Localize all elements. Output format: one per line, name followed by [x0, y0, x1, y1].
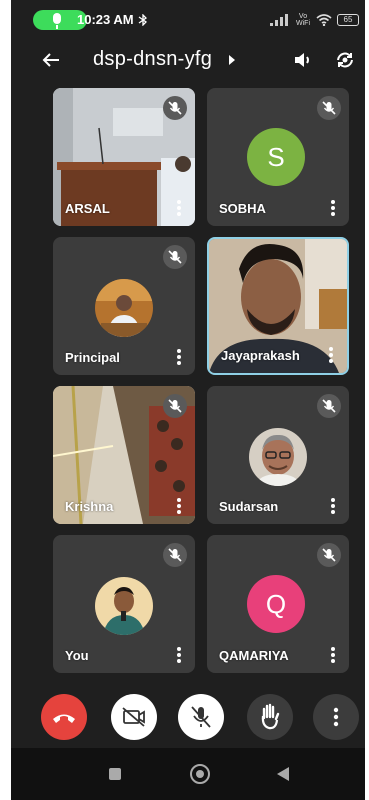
hang-up-icon	[53, 714, 75, 723]
videocam-off-icon	[122, 707, 145, 727]
avatar: Q	[247, 575, 305, 633]
mic-off-icon	[317, 394, 341, 418]
participant-tile-arsal[interactable]: ARSAL	[53, 88, 195, 226]
chevron-right-icon[interactable]	[229, 55, 235, 65]
mic-off-icon	[163, 96, 187, 120]
home-icon[interactable]	[190, 764, 210, 784]
end-call-button[interactable]	[41, 694, 87, 740]
more-vert-icon[interactable]	[177, 200, 181, 216]
top-bar: dsp-dnsn-yfg	[11, 40, 365, 80]
participant-tile-principal[interactable]: Principal	[53, 237, 195, 375]
more-vert-icon[interactable]	[331, 498, 335, 514]
avatar	[249, 428, 307, 486]
camera-toggle-button[interactable]	[111, 694, 157, 740]
more-options-button[interactable]	[313, 694, 359, 740]
recents-icon[interactable]	[109, 768, 121, 780]
participant-name: QAMARIYA	[219, 648, 289, 663]
participant-name: SOBHA	[219, 201, 266, 216]
status-icons: Vo WiFi 65	[270, 10, 359, 30]
mic-icon	[53, 13, 61, 29]
system-navigation-bar	[11, 748, 365, 800]
more-vert-icon[interactable]	[177, 647, 181, 663]
status-bar: 10:23 AM Vo WiFi 65	[11, 0, 365, 40]
more-vert-icon[interactable]	[331, 200, 335, 216]
status-time: 10:23 AM	[77, 12, 134, 27]
wifi-icon	[316, 14, 332, 26]
participant-name: ARSAL	[65, 201, 110, 216]
participant-tile-qamariya[interactable]: Q QAMARIYA	[207, 535, 349, 673]
vowifi-label: Vo WiFi	[296, 13, 310, 27]
participant-name: Sudarsan	[219, 499, 279, 514]
switch-camera-icon[interactable]	[333, 48, 357, 72]
phone-screen: 10:23 AM Vo WiFi 65 dsp-dnsn-yfg ARSAL S…	[11, 0, 365, 800]
speaker-icon[interactable]	[291, 48, 315, 72]
avatar: S	[247, 128, 305, 186]
signal-icon	[270, 14, 290, 26]
participant-tile-sudarsan[interactable]: Sudarsan	[207, 386, 349, 524]
more-vert-icon[interactable]	[329, 347, 333, 363]
hand-icon	[261, 703, 280, 730]
mic-off-icon	[163, 245, 187, 269]
mic-toggle-button[interactable]	[178, 694, 224, 740]
back-icon[interactable]	[277, 767, 289, 781]
participant-tile-you[interactable]: You	[53, 535, 195, 673]
more-vert-icon	[333, 707, 339, 727]
mic-off-icon	[163, 543, 187, 567]
participant-name: Jayaprakash	[221, 348, 300, 363]
mic-off-icon	[317, 543, 341, 567]
back-arrow-icon[interactable]	[39, 48, 63, 72]
more-vert-icon[interactable]	[177, 349, 181, 365]
avatar	[95, 577, 153, 635]
bluetooth-icon	[138, 14, 148, 26]
raise-hand-button[interactable]	[247, 694, 293, 740]
participant-tile-krishna[interactable]: Krishna	[53, 386, 195, 524]
avatar	[95, 279, 153, 337]
participant-tile-jayaprakash[interactable]: Jayaprakash	[207, 237, 349, 375]
participant-name: You	[65, 648, 89, 663]
more-vert-icon[interactable]	[331, 647, 335, 663]
meeting-code[interactable]: dsp-dnsn-yfg	[93, 48, 212, 71]
battery-icon: 65	[337, 14, 359, 26]
participant-tile-sobha[interactable]: S SOBHA	[207, 88, 349, 226]
mic-off-icon	[317, 96, 341, 120]
mic-off-icon	[163, 394, 187, 418]
more-vert-icon[interactable]	[177, 498, 181, 514]
participant-name: Principal	[65, 350, 120, 365]
participant-name: Krishna	[65, 499, 114, 514]
mic-off-icon	[191, 706, 211, 728]
